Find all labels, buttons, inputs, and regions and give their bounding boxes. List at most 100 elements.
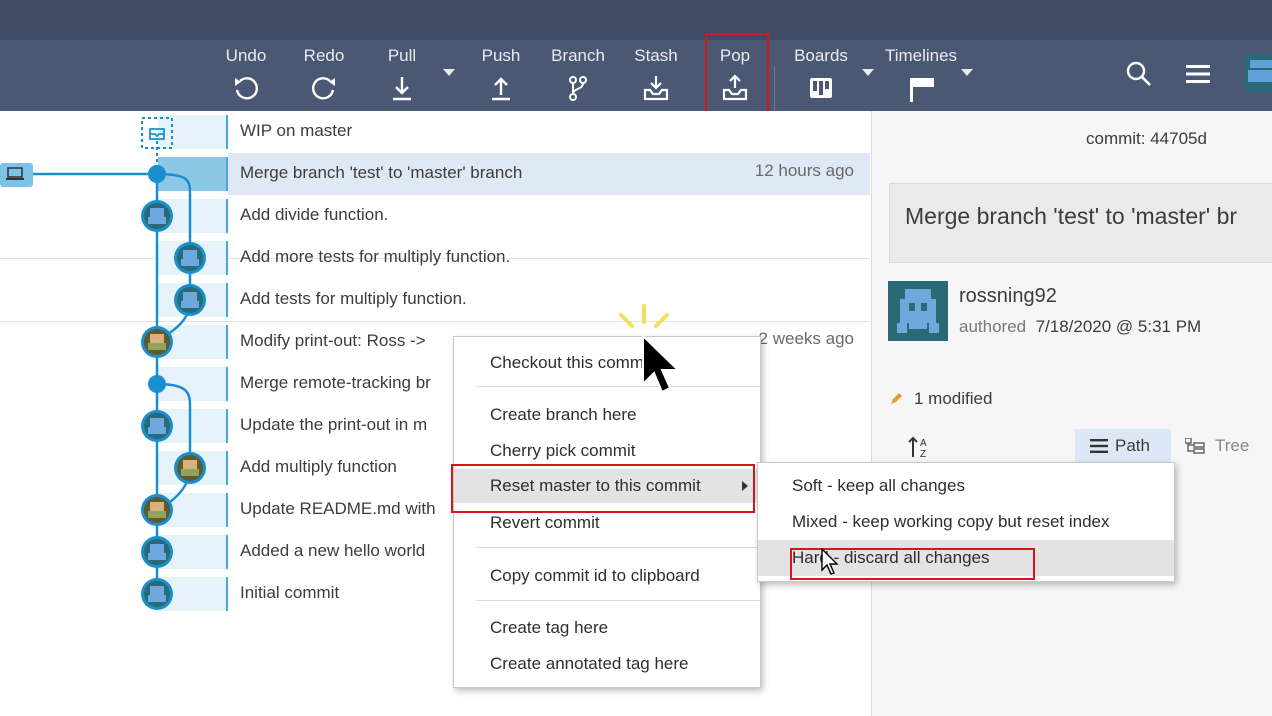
author-name: rossning92 [959, 285, 1057, 307]
boards-icon [810, 78, 832, 98]
pencil-icon [891, 393, 902, 404]
pull-label: Pull [387, 46, 417, 65]
commit-avatar-node[interactable] [141, 200, 173, 232]
authored-date: 7/18/2020 @ 5:31 PM [1035, 317, 1202, 336]
pull-options-caret[interactable] [443, 69, 455, 76]
pull-button[interactable]: Pull [367, 40, 437, 111]
tree-icon [1185, 438, 1205, 454]
toolbar: Undo Redo Pull Push Branch Stash Pop Boa… [0, 33, 1272, 115]
menu-item-cherry-pick[interactable]: Cherry pick commit [454, 434, 760, 468]
submenu-item-mixed[interactable]: Mixed - keep working copy but reset inde… [758, 504, 1174, 540]
menu-item-label: Create tag here [490, 618, 609, 637]
menu-item-label: Create annotated tag here [490, 654, 689, 673]
commit-message: Merge branch 'test' to 'master' branch [240, 163, 523, 182]
menu-separator [476, 600, 760, 601]
menu-item-checkout[interactable]: Checkout this commit [454, 346, 760, 380]
commit-avatar-node[interactable] [174, 284, 206, 316]
path-view-button[interactable]: Path [1075, 429, 1171, 463]
commit-message: Add multiply function [240, 457, 397, 476]
menu-item-create-annotated-tag[interactable]: Create annotated tag here [454, 647, 760, 681]
path-label: Path [1115, 436, 1150, 455]
commit-avatar-node[interactable] [141, 578, 173, 610]
reset-highlight-box [451, 464, 755, 513]
commit-message: Add divide function. [240, 205, 389, 224]
stash-button[interactable]: Stash [621, 40, 691, 111]
commit-message: Added a new hello world [240, 541, 426, 560]
menu-item-label: Copy commit id to clipboard [490, 566, 700, 585]
stash-icon [643, 76, 669, 101]
push-label: Push [481, 46, 521, 65]
branch-button[interactable]: Branch [543, 40, 613, 111]
hamburger-menu-icon[interactable] [1186, 64, 1210, 84]
commit-message: Update the print-out in m [240, 415, 428, 434]
commit-message: Add more tests for multiply function. [240, 247, 511, 266]
timelines-icon [910, 78, 934, 102]
timelines-button[interactable]: Timelines [876, 40, 966, 111]
search-icon[interactable] [1126, 61, 1152, 87]
toolbar-divider [774, 67, 775, 111]
undo-icon [235, 77, 259, 100]
commit-avatar-node[interactable] [141, 536, 173, 568]
commit-message: Modify print-out: Ross -> [240, 331, 426, 350]
boards-label: Boards [794, 46, 848, 65]
commit-avatar-node[interactable] [141, 494, 173, 526]
submenu-item-soft[interactable]: Soft - keep all changes [758, 468, 1174, 504]
merge-node[interactable] [148, 165, 166, 183]
redo-button[interactable]: Redo [289, 40, 359, 111]
small-cursor-icon [821, 548, 839, 575]
commit-message: Update README.md with [240, 499, 436, 518]
commit-avatar-node[interactable] [174, 242, 206, 274]
stash-label: Stash [634, 46, 678, 65]
boards-options-caret[interactable] [862, 69, 874, 76]
push-button[interactable]: Push [466, 40, 536, 111]
commit-avatar-node[interactable] [141, 410, 173, 442]
redo-icon [311, 77, 335, 100]
commit-time: 2 weeks ago [758, 329, 854, 348]
timelines-options-caret[interactable] [961, 69, 973, 76]
undo-label: Undo [225, 46, 267, 65]
sort-az-icon[interactable]: A Z [908, 435, 934, 459]
remote-branch-line [156, 382, 192, 512]
timelines-label: Timelines [884, 46, 958, 65]
boards-button[interactable]: Boards [786, 40, 856, 111]
merge-node[interactable] [148, 375, 166, 393]
menu-item-copy-id[interactable]: Copy commit id to clipboard [454, 559, 760, 593]
commit-avatar-node[interactable] [141, 326, 173, 358]
branch-graph [0, 117, 206, 610]
menu-item-label: Cherry pick commit [490, 441, 636, 460]
pop-highlight-box [705, 33, 769, 115]
title-bar [0, 0, 1272, 40]
tree-label: Tree [1215, 436, 1250, 455]
authored-line: authored 7/18/2020 @ 5:31 PM [959, 317, 1201, 337]
wip-inbox-icon [149, 128, 165, 140]
local-branch-tag[interactable] [0, 163, 33, 187]
menu-item-label: Checkout this commit [490, 353, 653, 372]
menu-item-create-branch[interactable]: Create branch here [454, 398, 760, 432]
svg-text:Z: Z [920, 449, 926, 459]
commit-message-text: Merge branch 'test' to 'master' br [905, 203, 1238, 229]
commit-sha[interactable]: commit: 44705d [1086, 129, 1207, 149]
commit-avatar-node[interactable] [174, 452, 206, 484]
user-avatar[interactable] [1244, 54, 1272, 92]
authored-label: authored [959, 317, 1027, 336]
menu-separator [476, 386, 760, 387]
submenu-item-label: Mixed - keep working copy but reset inde… [792, 512, 1110, 531]
menu-item-label: Create branch here [490, 405, 637, 424]
branch-label: Branch [551, 46, 605, 65]
commit-message-box[interactable]: Merge branch 'test' to 'master' br [889, 183, 1272, 263]
pull-icon [393, 77, 411, 101]
tree-view-button[interactable]: Tree [1175, 429, 1267, 463]
commit-time: 12 hours ago [754, 161, 854, 180]
commit-message: WIP on master [240, 121, 353, 140]
modified-count: 1 modified [914, 389, 993, 408]
redo-label: Redo [303, 46, 345, 65]
menu-item-create-tag[interactable]: Create tag here [454, 611, 760, 645]
mouse-cursor-icon [642, 334, 681, 394]
commit-message: Merge remote-tracking br [240, 373, 431, 392]
author-avatar [888, 281, 948, 341]
submenu-item-label: Soft - keep all changes [792, 476, 965, 495]
menu-separator [476, 547, 760, 548]
undo-button[interactable]: Undo [211, 40, 281, 111]
menu-item-label: Revert commit [490, 513, 600, 532]
commit-message: Add tests for multiply function. [240, 289, 467, 308]
